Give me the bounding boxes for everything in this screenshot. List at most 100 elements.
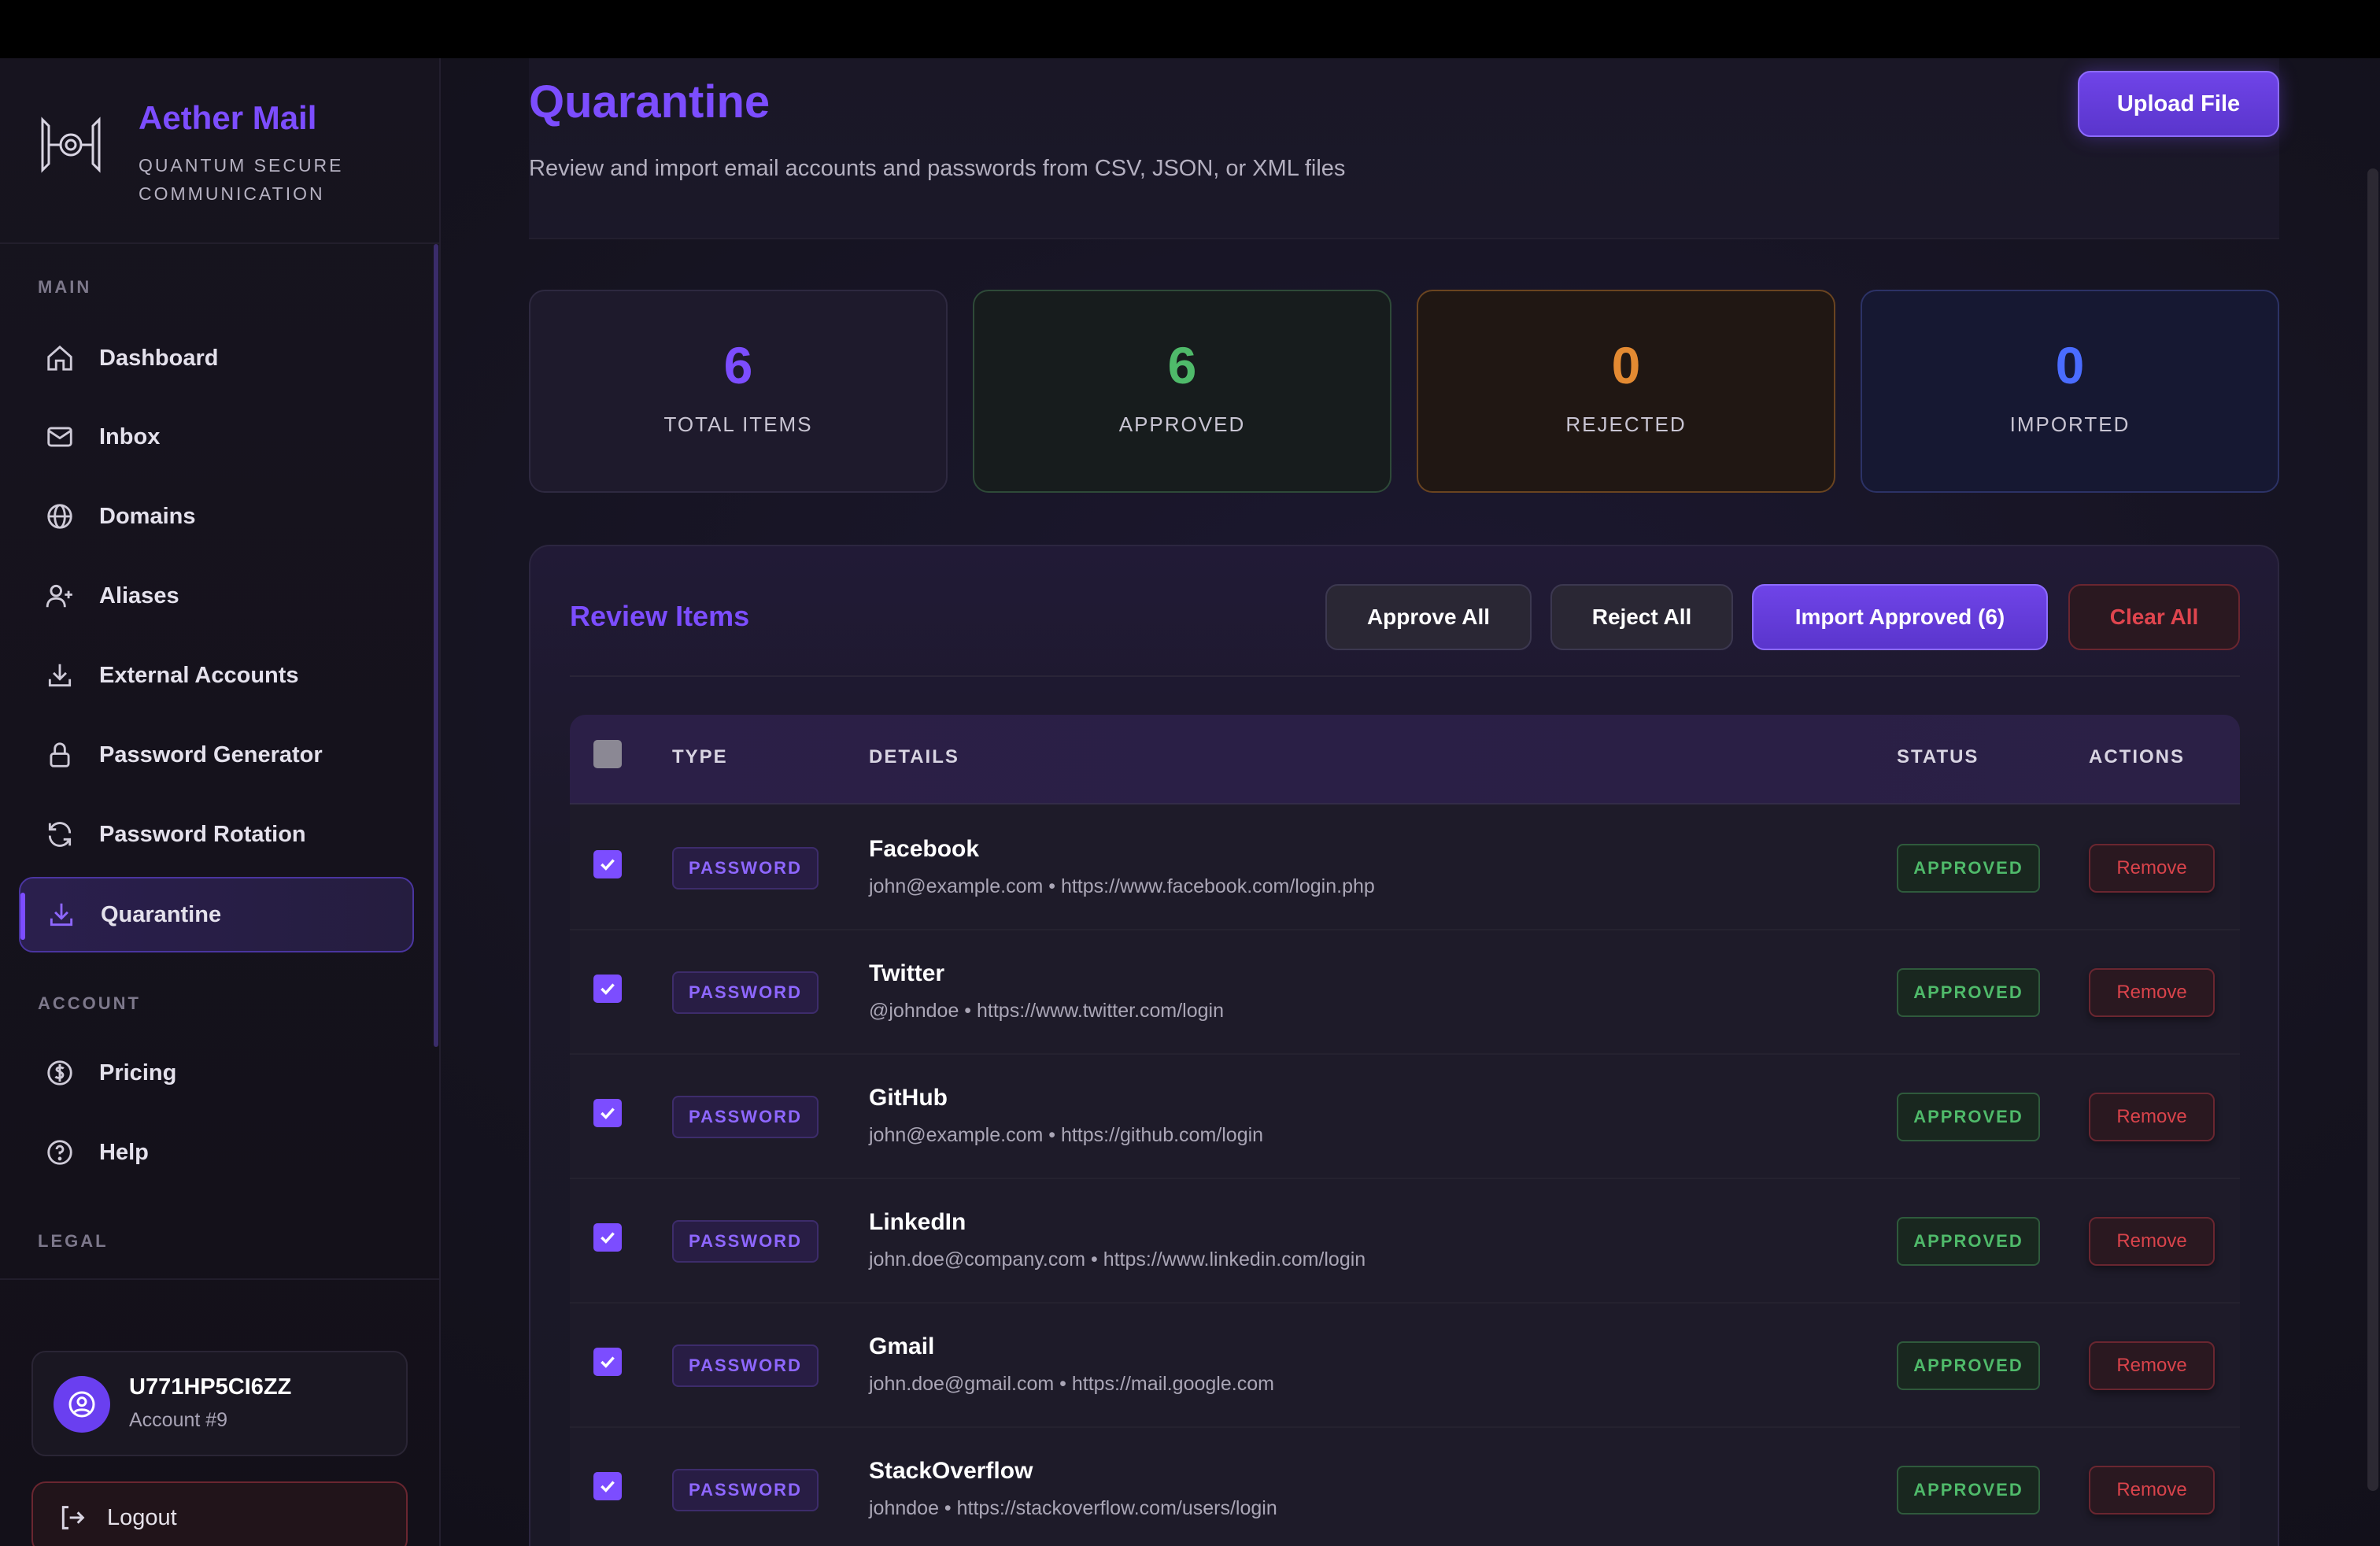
row-checkbox[interactable] — [593, 1348, 622, 1376]
item-title: StackOverflow — [869, 1458, 1033, 1484]
avatar — [54, 1376, 110, 1433]
import-approved-button[interactable]: Import Approved (6) — [1752, 584, 2048, 650]
checkmark-icon — [601, 1481, 615, 1492]
type-badge: PASSWORD — [672, 847, 819, 890]
reject-all-button[interactable]: Reject All — [1550, 584, 1733, 650]
sidebar-scrollbar[interactable] — [434, 244, 438, 1047]
sidebar-item-label: Password Rotation — [99, 821, 306, 847]
item-details: johndoe • https://stackoverflow.com/user… — [869, 1497, 1277, 1519]
clear-all-button[interactable]: Clear All — [2068, 584, 2240, 650]
status-badge: APPROVED — [1897, 844, 2040, 893]
select-all-checkbox[interactable] — [593, 740, 622, 768]
sidebar-item-inbox[interactable]: Inbox — [19, 399, 414, 475]
checkmark-icon — [601, 1108, 615, 1119]
row-checkbox[interactable] — [593, 1223, 622, 1252]
sidebar: Aether Mail QUANTUM SECURE COMMUNICATION… — [0, 58, 441, 1546]
sidebar-item-label: Help — [99, 1139, 149, 1165]
item-details: @johndoe • https://www.twitter.com/login — [869, 1000, 1225, 1022]
row-checkbox[interactable] — [593, 850, 622, 878]
dollar-icon — [42, 1056, 77, 1090]
table-row: PASSWORD Gmail john.doe@gmail.com • http… — [570, 1304, 2240, 1428]
checkmark-icon — [601, 983, 615, 995]
divider — [570, 675, 2240, 677]
table-header: TYPE DETAILS STATUS ACTIONS — [570, 715, 2240, 804]
sidebar-item-label: External Accounts — [99, 662, 299, 688]
type-badge: PASSWORD — [672, 1096, 819, 1138]
tie-fighter-logo-icon — [41, 117, 101, 173]
stat-value: 6 — [723, 336, 753, 394]
download-icon — [42, 658, 77, 693]
page-scrollbar[interactable] — [2367, 168, 2378, 1491]
remove-button[interactable]: Remove — [2089, 1466, 2215, 1515]
checkmark-icon — [601, 1232, 615, 1244]
review-panel: Review Items Approve All Reject All Impo… — [529, 545, 2279, 1546]
sidebar-item-quarantine[interactable]: Quarantine — [19, 877, 414, 952]
item-title: Gmail — [869, 1333, 935, 1359]
page-header: Quarantine Review and import email accou… — [529, 58, 2279, 239]
page-title: Quarantine — [529, 76, 771, 128]
sidebar-item-pricing[interactable]: Pricing — [19, 1035, 414, 1111]
upload-file-button[interactable]: Upload File — [2078, 71, 2279, 137]
refresh-icon — [42, 817, 77, 852]
sidebar-item-label: Dashboard — [99, 345, 219, 371]
sidebar-item-dashboard[interactable]: Dashboard — [19, 320, 414, 396]
account-id: U771HP5CI6ZZ — [129, 1374, 292, 1400]
sidebar-item-aliases[interactable]: Aliases — [19, 558, 414, 634]
remove-button[interactable]: Remove — [2089, 1341, 2215, 1390]
table-row: PASSWORD GitHub john@example.com • https… — [570, 1055, 2240, 1179]
sidebar-item-external-accounts[interactable]: External Accounts — [19, 638, 414, 713]
sidebar-item-label: Inbox — [99, 423, 161, 449]
row-checkbox[interactable] — [593, 1472, 622, 1500]
page-subtitle: Review and import email accounts and pas… — [529, 156, 1346, 181]
stat-card-imported: 0 IMPORTED — [1861, 290, 2279, 493]
review-title: Review Items — [570, 600, 750, 632]
sidebar-item-label: Pricing — [99, 1060, 177, 1086]
sidebar-item-label: Aliases — [99, 583, 179, 608]
remove-button[interactable]: Remove — [2089, 968, 2215, 1017]
main-content: Quarantine Review and import email accou… — [529, 58, 2279, 1546]
stat-value: 6 — [1167, 336, 1197, 394]
download-icon — [44, 897, 79, 932]
remove-button[interactable]: Remove — [2089, 1093, 2215, 1141]
status-badge: APPROVED — [1897, 968, 2040, 1017]
sidebar-item-domains[interactable]: Domains — [19, 479, 414, 554]
type-badge: PASSWORD — [672, 971, 819, 1014]
user-circle-icon — [68, 1391, 95, 1418]
mail-icon — [42, 420, 77, 454]
brand-tagline: QUANTUM SECURE COMMUNICATION — [139, 155, 344, 204]
user-plus-icon — [42, 579, 77, 613]
sidebar-item-password-generator[interactable]: Password Generator — [19, 717, 414, 793]
type-badge: PASSWORD — [672, 1220, 819, 1263]
row-checkbox[interactable] — [593, 1099, 622, 1127]
table-row: PASSWORD Facebook john@example.com • htt… — [570, 806, 2240, 930]
status-badge: APPROVED — [1897, 1093, 2040, 1141]
account-number: Account #9 — [129, 1409, 228, 1431]
globe-icon — [42, 499, 77, 534]
account-card[interactable]: U771HP5CI6ZZ Account #9 — [31, 1351, 408, 1456]
item-details: john.doe@company.com • https://www.linke… — [869, 1248, 1366, 1270]
column-header-status: STATUS — [1897, 746, 1979, 767]
remove-button[interactable]: Remove — [2089, 844, 2215, 893]
section-label-main: MAIN — [38, 277, 92, 297]
sidebar-item-label: Quarantine — [101, 901, 222, 927]
row-checkbox[interactable] — [593, 975, 622, 1003]
review-table: TYPE DETAILS STATUS ACTIONS PASSWORD Fac… — [570, 715, 2240, 1546]
column-header-type: TYPE — [672, 746, 728, 767]
status-badge: APPROVED — [1897, 1466, 2040, 1515]
home-icon — [42, 341, 77, 375]
app-root: Aether Mail QUANTUM SECURE COMMUNICATION… — [0, 58, 2380, 1546]
approve-all-button[interactable]: Approve All — [1325, 584, 1532, 650]
logout-icon — [61, 1506, 85, 1529]
checkmark-icon — [601, 859, 615, 871]
remove-button[interactable]: Remove — [2089, 1217, 2215, 1266]
sidebar-footer: U771HP5CI6ZZ Account #9 Logout — [0, 1278, 439, 1546]
section-label-legal: LEGAL — [38, 1231, 109, 1251]
stat-label: APPROVED — [1118, 412, 1246, 436]
sidebar-item-help[interactable]: Help — [19, 1115, 414, 1190]
logout-button[interactable]: Logout — [31, 1481, 408, 1546]
sidebar-item-password-rotation[interactable]: Password Rotation — [19, 797, 414, 872]
status-badge: APPROVED — [1897, 1217, 2040, 1266]
logout-label: Logout — [107, 1504, 177, 1530]
stat-value: 0 — [2055, 336, 2085, 394]
type-badge: PASSWORD — [672, 1344, 819, 1387]
